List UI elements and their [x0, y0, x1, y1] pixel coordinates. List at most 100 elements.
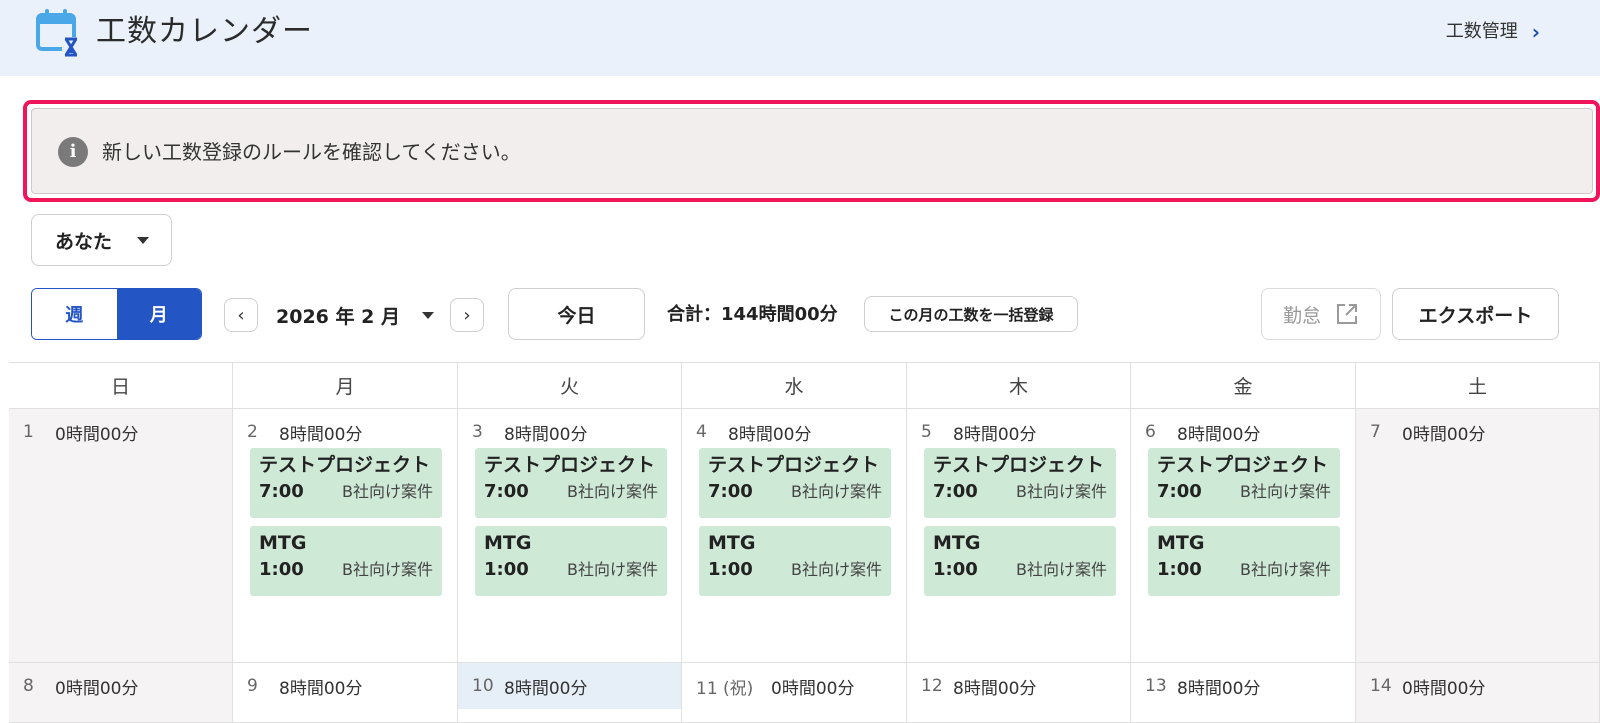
work-entry[interactable]: テストプロジェクト 7:00 B社向け案件	[924, 448, 1116, 518]
entry-project: B社向け案件	[791, 560, 882, 579]
day-number: 14	[1370, 676, 1392, 696]
entry-project: B社向け案件	[567, 482, 658, 501]
calendar-day-cell[interactable]: 10 8時間00分	[458, 663, 682, 723]
calendar-day-cell[interactable]: 12 8時間00分	[907, 663, 1131, 723]
weekday-header: 水	[682, 363, 907, 409]
entry-name: MTG	[259, 532, 307, 554]
entry-time: 1:00	[933, 559, 978, 580]
entry-time: 1:00	[708, 559, 753, 580]
export-button[interactable]: エクスポート	[1392, 288, 1559, 340]
entry-name: テストプロジェクト	[1157, 454, 1329, 476]
day-number: 8	[23, 676, 34, 696]
calendar-day-cell[interactable]: 6 8時間00分テストプロジェクト 7:00 B社向け案件 MTG 1:00 B社向け案件	[1131, 409, 1356, 663]
entry-name: MTG	[708, 532, 756, 554]
work-entry[interactable]: MTG 1:00 B社向け案件	[699, 526, 891, 596]
calendar-day-cell[interactable]: 2 8時間00分 テストプロジェクト 7:00 B社向け案件 MTG 1:00 B社向け案件	[233, 409, 458, 663]
entry-name: テストプロジェクト	[708, 454, 880, 476]
work-entry[interactable]: テストプロジェクト 7:00 B社向け案件	[475, 448, 667, 518]
management-link-label: 工数管理	[1445, 21, 1518, 42]
day-header: 11 (祝) 0時間00分	[682, 663, 906, 709]
weekday-header: 土	[1356, 363, 1600, 409]
page-title: 工数カレンダー	[96, 14, 313, 49]
management-link[interactable]: 工数管理 ›	[1446, 18, 1540, 46]
day-header: 14 0時間00分	[1356, 663, 1599, 709]
calendar-hourglass-icon	[36, 9, 80, 57]
entry-project: B社向け案件	[342, 560, 433, 579]
chevron-right-icon: ›	[1531, 20, 1540, 44]
entry-time: 7:00	[933, 481, 978, 502]
app-header: 工数カレンダー 工数管理 ›	[0, 0, 1600, 76]
caret-down-icon	[137, 237, 149, 244]
work-entry[interactable]: テストプロジェクト 7:00 B社向け案件	[699, 448, 891, 518]
day-header: 1 0時間00分	[9, 409, 232, 455]
day-header: 9 8時間00分	[233, 663, 457, 709]
attendance-button[interactable]: 勤怠	[1261, 288, 1381, 340]
day-hours: 8時間00分	[504, 678, 588, 699]
today-button[interactable]: 今日	[508, 288, 645, 340]
external-link-icon	[1337, 304, 1357, 324]
work-entry[interactable]: MTG 1:00 B社向け案件	[924, 526, 1116, 596]
view-month-button[interactable]: 月	[116, 289, 201, 339]
calendar-day-cell[interactable]: 1 0時間00分	[9, 409, 233, 663]
user-select[interactable]: あなた	[31, 214, 172, 266]
day-hours: 8時間00分	[504, 424, 588, 445]
prev-month-button[interactable]: ‹	[224, 298, 258, 332]
calendar-day-cell[interactable]: 9 8時間00分	[233, 663, 458, 723]
work-entry[interactable]: MTG 1:00 B社向け案件	[1148, 526, 1340, 596]
month-select[interactable]: 2026 年 2 月	[276, 298, 434, 332]
month-calendar: 日月火水木金土 1 0時間00分 2 8時間00分 テストプロジェクト 7:00 B社向け案件…	[9, 362, 1600, 723]
calendar-day-cell[interactable]: 11 (祝) 0時間00分	[682, 663, 907, 723]
current-month-label: 2026 年 2 月	[276, 305, 400, 328]
calendar-day-cell[interactable]: 7 0時間00分	[1356, 409, 1600, 663]
day-header: 8 0時間00分	[9, 663, 232, 709]
day-header: 12 8時間00分	[907, 663, 1130, 709]
entry-name: MTG	[1157, 532, 1205, 554]
entry-time: 7:00	[708, 481, 753, 502]
info-alert: i 新しい工数登録のルールを確認してください。	[31, 108, 1593, 194]
day-number: 10	[472, 676, 494, 696]
caret-down-icon	[421, 311, 434, 319]
view-week-button[interactable]: 週	[32, 289, 117, 339]
day-number: 11 (祝)	[696, 678, 754, 699]
entry-time: 7:00	[484, 481, 529, 502]
entry-project: B社向け案件	[1016, 560, 1107, 579]
day-number: 5	[921, 422, 932, 442]
entry-project: B社向け案件	[1240, 560, 1331, 579]
attendance-label: 勤怠	[1282, 304, 1321, 327]
day-header: 7 0時間00分	[1356, 409, 1599, 455]
entry-project: B社向け案件	[342, 482, 433, 501]
day-hours: 8時間00分	[1177, 424, 1261, 445]
day-header: 10 8時間00分	[458, 663, 681, 709]
day-hours: 8時間00分	[279, 424, 363, 445]
work-entry[interactable]: MTG 1:00 B社向け案件	[475, 526, 667, 596]
calendar-day-cell[interactable]: 14 0時間00分	[1356, 663, 1600, 723]
day-hours: 0時間00分	[771, 678, 855, 699]
entry-project: B社向け案件	[567, 560, 658, 579]
day-hours: 0時間00分	[55, 678, 139, 699]
calendar-day-cell[interactable]: 5 8時間00分 テストプロジェクト 7:00 B社向け案件 MTG 1:00 B社向け案件	[907, 409, 1131, 663]
calendar-day-cell[interactable]: 3 8時間00分 テストプロジェクト 7:00 B社向け案件 MTG 1:00 B社向け案件	[458, 409, 682, 663]
entry-name: MTG	[933, 532, 981, 554]
weekday-header: 月	[233, 363, 458, 409]
day-number: 6	[1145, 422, 1156, 442]
entry-time: 7:00	[1157, 481, 1202, 502]
work-entry[interactable]: テストプロジェクト 7:00 B社向け案件	[250, 448, 442, 518]
entry-time: 7:00	[259, 481, 304, 502]
day-hours: 0時間00分	[1402, 424, 1486, 445]
calendar-day-cell[interactable]: 13 8時間00分	[1131, 663, 1356, 723]
user-select-value: あなた	[55, 230, 113, 253]
next-month-button[interactable]: ›	[450, 298, 484, 332]
work-entry[interactable]: テストプロジェクト 7:00 B社向け案件	[1148, 448, 1340, 518]
calendar-day-cell[interactable]: 4 8時間00分 テストプロジェクト 7:00 B社向け案件 MTG 1:00 B社向け案件	[682, 409, 907, 663]
entry-name: テストプロジェクト	[259, 454, 431, 476]
calendar-day-cell[interactable]: 8 0時間00分	[9, 663, 233, 723]
weekday-header: 日	[9, 363, 233, 409]
entry-project: B社向け案件	[791, 482, 882, 501]
bulk-register-button[interactable]: この月の工数を一括登録	[864, 296, 1078, 332]
alert-message: 新しい工数登録のルールを確認してください。	[102, 140, 521, 164]
weekday-header: 木	[907, 363, 1131, 409]
entry-project: B社向け案件	[1016, 482, 1107, 501]
entry-name: MTG	[484, 532, 532, 554]
work-entry[interactable]: MTG 1:00 B社向け案件	[250, 526, 442, 596]
day-number: 13	[1145, 676, 1167, 696]
